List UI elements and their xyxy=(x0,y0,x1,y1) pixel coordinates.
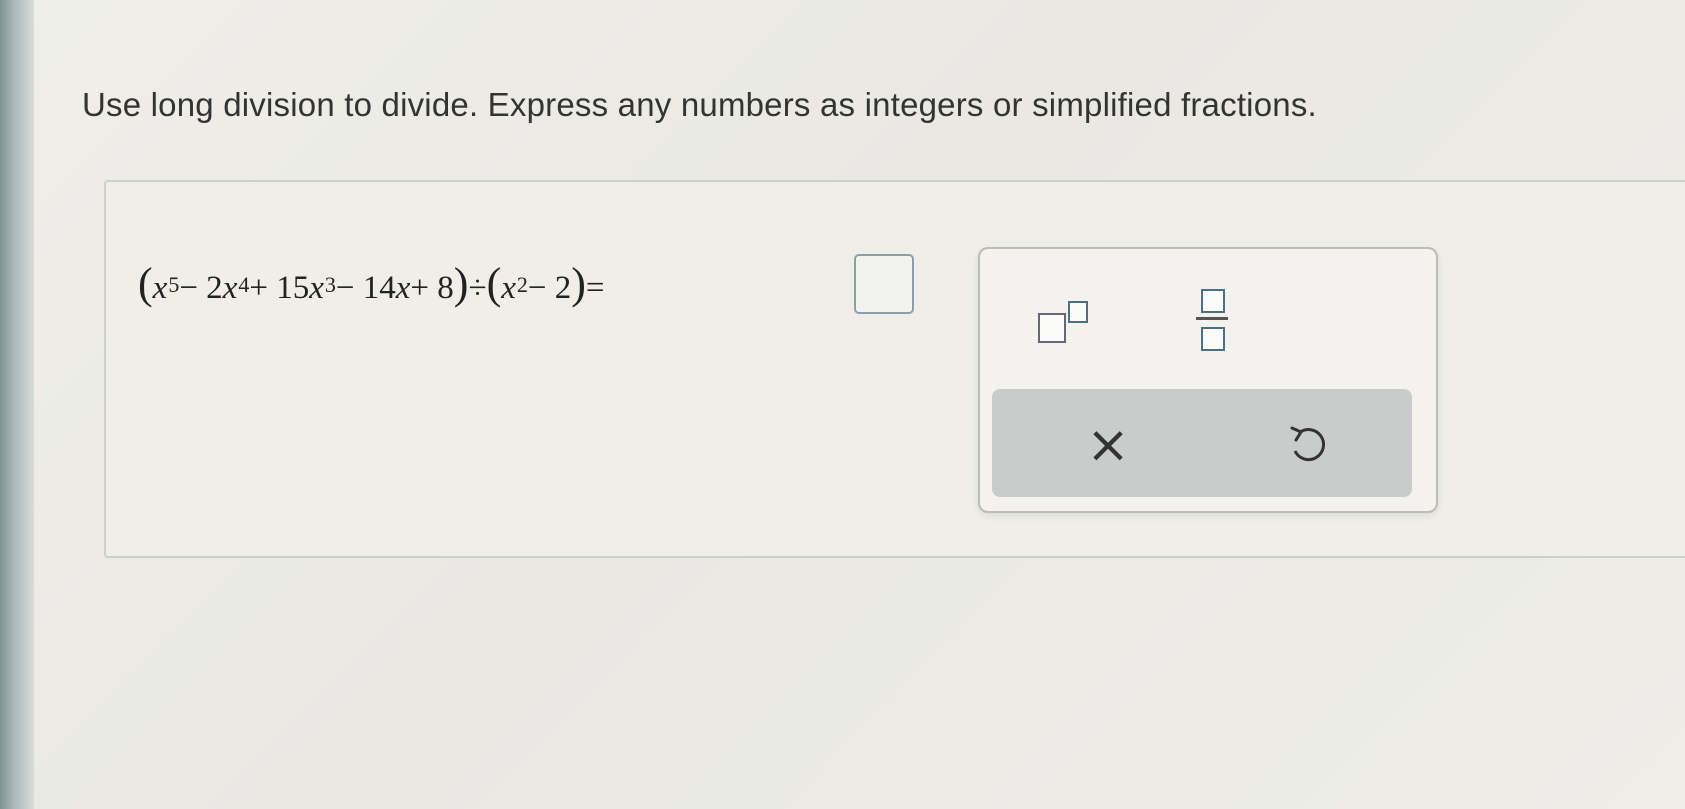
operator-4: + 8 xyxy=(410,270,454,306)
fraction-bar-icon xyxy=(1196,317,1228,320)
divisor-close-paren: ) xyxy=(571,259,586,308)
palette-action-bar: × xyxy=(992,389,1412,497)
problem-panel xyxy=(104,180,1685,558)
close-paren: ) xyxy=(453,259,469,308)
operator-3: − 14 xyxy=(335,270,396,306)
question-instruction: Use long division to divide. Express any… xyxy=(82,86,1317,123)
math-input-palette: × xyxy=(978,247,1438,513)
fraction-template-button[interactable] xyxy=(1188,285,1238,355)
answer-input[interactable] xyxy=(854,254,914,314)
divisor-operator: − 2 xyxy=(527,270,572,306)
divisor-open-paren: ( xyxy=(486,259,502,308)
superscript-template-icon xyxy=(1038,313,1066,343)
undo-button[interactable] xyxy=(1282,419,1332,469)
term3-exponent: 3 xyxy=(324,272,336,297)
open-paren: ( xyxy=(138,259,153,308)
term4-variable: x xyxy=(395,270,411,306)
fraction-denominator-slot-icon xyxy=(1201,327,1225,351)
equals-sign: = xyxy=(585,270,605,306)
divide-sign: ÷ xyxy=(468,270,487,306)
division-equation: ( x5 − 2 x4 + 15 x3 − 14 x + 8 ) ÷ ( x2 … xyxy=(138,262,605,307)
term1-exponent: 5 xyxy=(168,272,180,297)
term1-variable: x xyxy=(152,270,168,306)
undo-icon xyxy=(1290,426,1326,461)
term2-variable: x xyxy=(222,270,238,306)
operator-1: − 2 xyxy=(179,270,223,306)
superscript-template-button[interactable] xyxy=(1032,295,1102,345)
term2-exponent: 4 xyxy=(238,272,250,297)
operator-2: + 15 xyxy=(249,270,310,306)
superscript-exponent-slot-icon xyxy=(1068,301,1088,323)
monitor-bezel xyxy=(0,0,34,809)
clear-button[interactable]: × xyxy=(1078,415,1138,475)
term3-variable: x xyxy=(309,270,324,306)
divisor-variable: x xyxy=(501,270,516,306)
fraction-template-icon xyxy=(1201,289,1225,313)
divisor-exponent: 2 xyxy=(516,272,528,297)
